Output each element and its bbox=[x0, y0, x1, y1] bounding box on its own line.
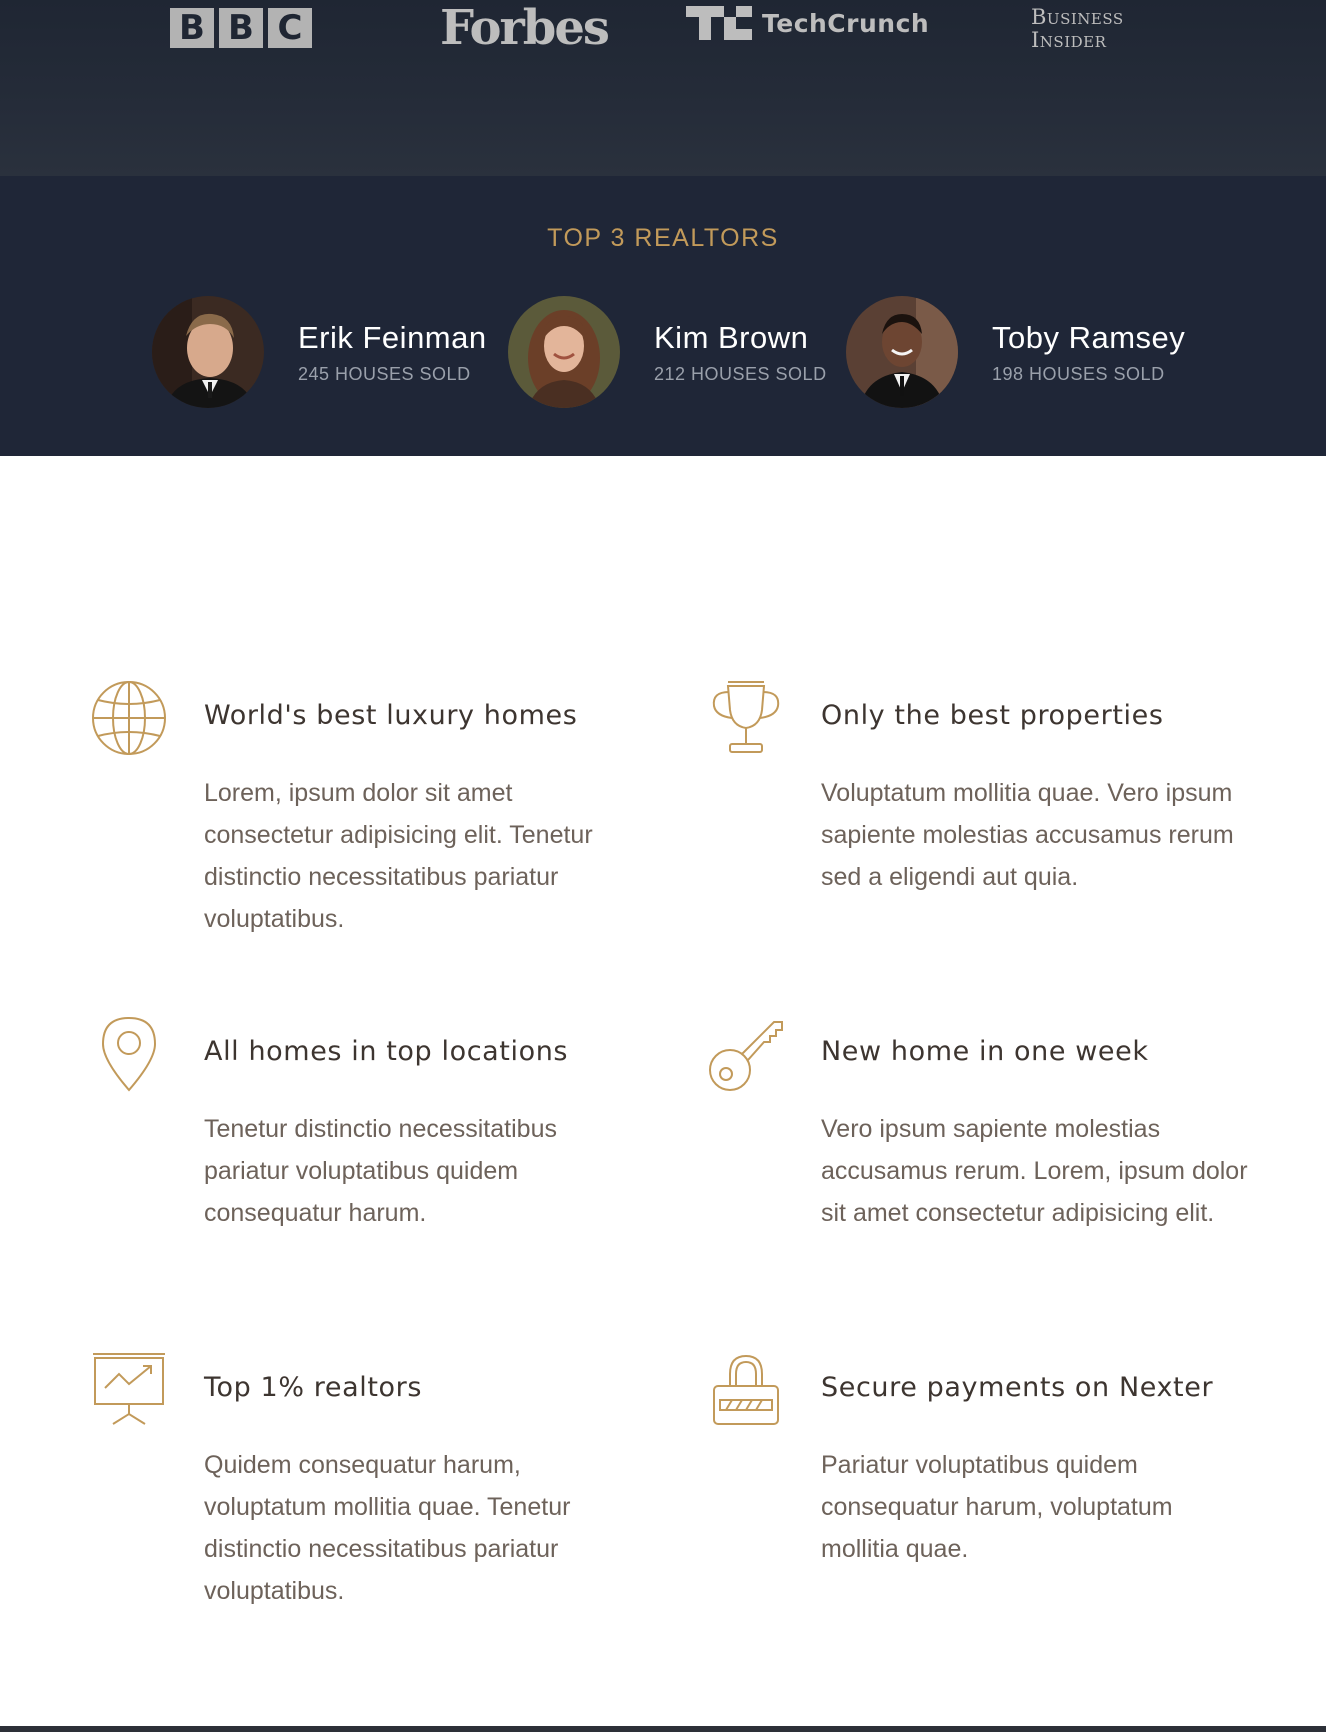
bbc-logo: B B C bbox=[170, 8, 312, 48]
map-pin-icon bbox=[101, 1016, 157, 1092]
feature-text: Voluptatum mollitia quae. Vero ipsum sap… bbox=[821, 779, 1234, 891]
trophy-icon bbox=[712, 681, 780, 753]
avatar bbox=[846, 296, 958, 408]
business-insider-logo: Business Insider bbox=[1031, 6, 1124, 52]
avatar bbox=[152, 296, 264, 408]
realtor-card[interactable]: Kim Brown 212 HOUSES SOLD bbox=[508, 296, 827, 408]
techcrunch-mark-icon bbox=[686, 6, 752, 40]
feature-text: Pariatur voluptatibus quidem consequatur… bbox=[821, 1451, 1173, 1563]
presentation-chart-icon bbox=[93, 1353, 165, 1425]
realtors-heading: TOP 3 REALTORS bbox=[547, 224, 779, 252]
realtor-name: Erik Feinman bbox=[298, 319, 487, 355]
globe-icon bbox=[92, 681, 166, 755]
realtor-houses-sold: 212 HOUSES SOLD bbox=[654, 363, 827, 384]
bbc-logo-letter: B bbox=[219, 8, 263, 48]
realtor-houses-sold: 198 HOUSES SOLD bbox=[992, 363, 1165, 384]
realtor-card[interactable]: Toby Ramsey 198 HOUSES SOLD bbox=[846, 296, 1185, 408]
bbc-logo-letter: C bbox=[268, 8, 312, 48]
business-insider-line1: Business bbox=[1031, 5, 1124, 29]
bbc-logo-letter: B bbox=[170, 8, 214, 48]
realtor-name: Kim Brown bbox=[654, 319, 809, 355]
feature-title: World's best luxury homes bbox=[204, 700, 578, 731]
features-section: World's best luxury homes Lorem, ipsum d… bbox=[0, 456, 1326, 1732]
key-icon bbox=[709, 1021, 783, 1091]
techcrunch-logo: TechCrunch bbox=[686, 6, 929, 40]
feature-text: Quidem consequatur harum, voluptatum mol… bbox=[204, 1451, 571, 1605]
feature-text: Vero ipsum sapiente molestias accusamus … bbox=[821, 1115, 1248, 1227]
business-insider-line2: Insider bbox=[1031, 28, 1107, 52]
lock-icon bbox=[713, 1354, 779, 1425]
feature-title: Secure payments on Nexter bbox=[821, 1372, 1214, 1403]
realtor-name: Toby Ramsey bbox=[992, 319, 1186, 355]
press-logos-band: B B C Forbes TechCrunch Business Insider bbox=[0, 0, 1326, 176]
realtor-card[interactable]: Erik Feinman 245 HOUSES SOLD bbox=[152, 296, 487, 408]
techcrunch-wordmark: TechCrunch bbox=[762, 8, 930, 38]
forbes-logo: Forbes bbox=[440, 0, 610, 56]
realtor-houses-sold: 245 HOUSES SOLD bbox=[298, 363, 471, 384]
feature-title: Top 1% realtors bbox=[204, 1372, 422, 1403]
feature-text: Lorem, ipsum dolor sit amet consectetur … bbox=[204, 779, 593, 933]
feature-text: Tenetur distinctio necessitatibus pariat… bbox=[204, 1115, 557, 1227]
top-realtors-section: TOP 3 REALTORS Erik Feinman 245 HOUSES S… bbox=[0, 176, 1326, 456]
feature-title: All homes in top locations bbox=[204, 1036, 569, 1067]
footer-edge bbox=[0, 1726, 1326, 1732]
feature-title: Only the best properties bbox=[821, 700, 1164, 731]
feature-title: New home in one week bbox=[821, 1036, 1149, 1067]
avatar bbox=[508, 296, 620, 408]
